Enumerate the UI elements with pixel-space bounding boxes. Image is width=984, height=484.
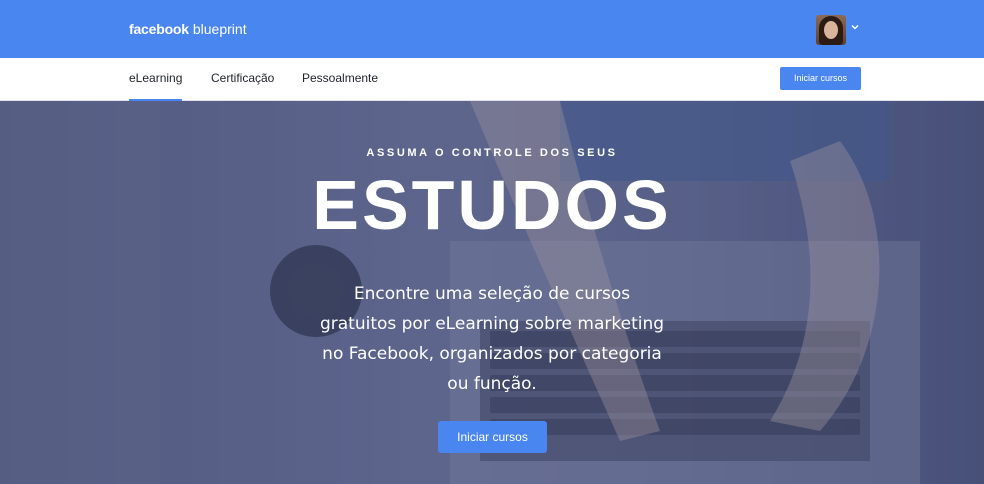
facebook-blueprint-logo[interactable]: facebook blueprint	[129, 20, 247, 38]
chevron-down-icon[interactable]	[850, 22, 860, 32]
hero-kicker: ASSUMA O CONTROLE DOS SEUS	[366, 147, 618, 159]
hero-description-line: no Facebook, organizados por categoria	[322, 344, 662, 364]
hero-headline: ESTUDOS	[312, 166, 672, 244]
hero-start-courses-button[interactable]: Iniciar cursos	[438, 421, 547, 453]
user-avatar[interactable]	[816, 15, 846, 45]
hero-description-line: ou função.	[447, 374, 537, 394]
nav-item-pessoalmente[interactable]: Pessoalmente	[302, 71, 378, 85]
hero-banner: ASSUMA O CONTROLE DOS SEUS ESTUDOS Encon…	[0, 101, 984, 484]
brand-product: blueprint	[192, 21, 247, 37]
header-start-courses-button[interactable]: Iniciar cursos	[780, 67, 861, 90]
brand-name: facebook	[129, 21, 189, 37]
nav-item-elearning[interactable]: eLearning	[129, 71, 183, 101]
nav-item-certificacao[interactable]: Certificação	[211, 71, 274, 85]
hero-description-line: gratuitos por eLearning sobre marketing	[319, 314, 665, 334]
hero-description: Encontre uma seleção de cursos gratuitos…	[312, 279, 672, 399]
hero-description-line: Encontre uma seleção de cursos	[353, 284, 631, 304]
sub-navigation: eLearning Certificação Pessoalmente Inic…	[0, 58, 984, 101]
top-bar: facebook blueprint	[0, 0, 984, 58]
avatar-face	[824, 21, 838, 39]
